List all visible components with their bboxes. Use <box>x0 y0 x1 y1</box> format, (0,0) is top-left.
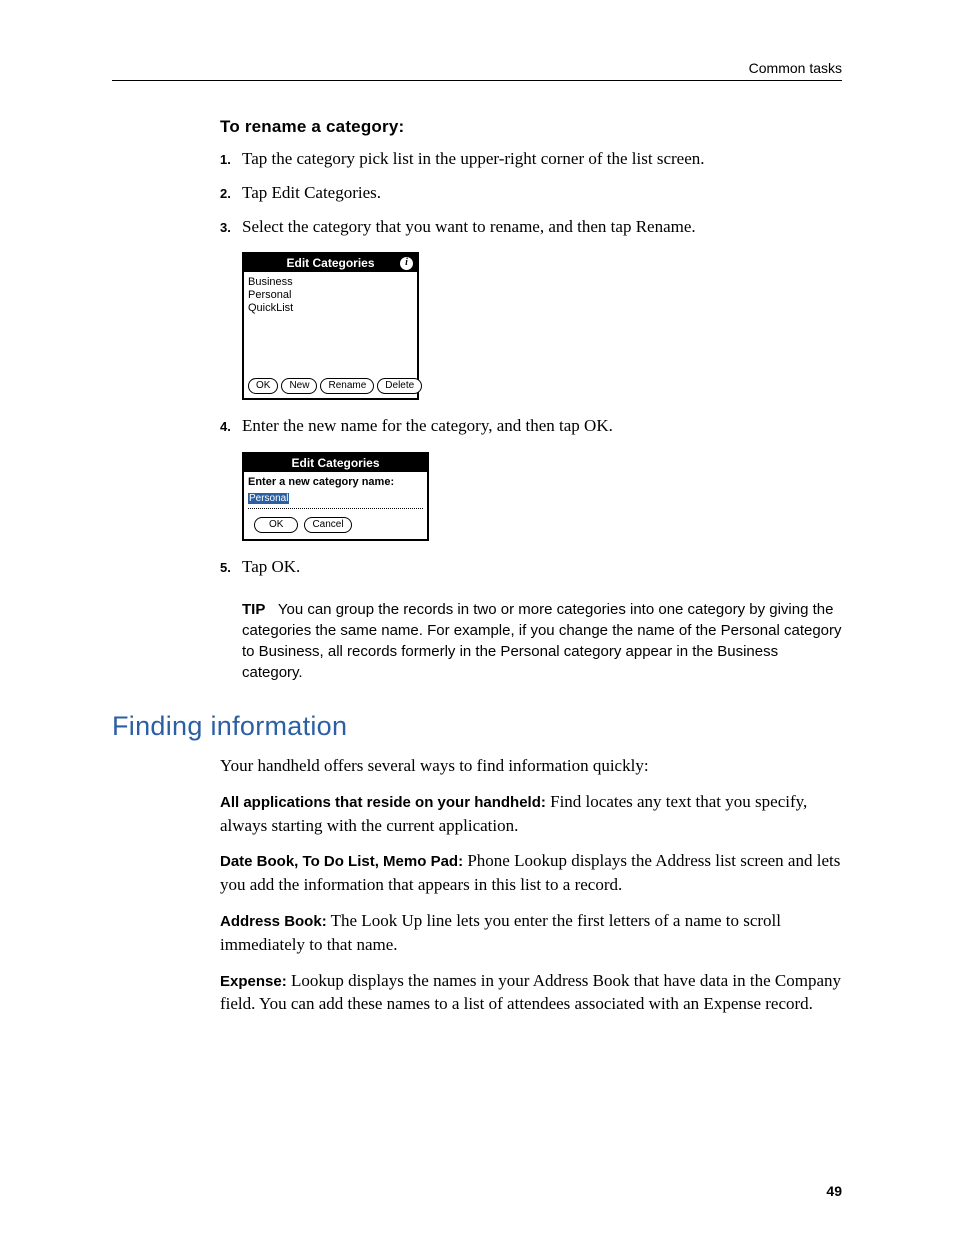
definition-term: Address Book: <box>220 913 327 930</box>
definition-term: Expense: <box>220 973 287 990</box>
category-item[interactable]: Personal <box>248 289 413 302</box>
step-number: 2. <box>220 186 242 201</box>
definition-term: Date Book, To Do List, Memo Pad: <box>220 853 463 870</box>
section-body: Your handheld offers several ways to fin… <box>220 754 842 1016</box>
category-list: Business Personal QuickList <box>244 272 417 374</box>
delete-button[interactable]: Delete <box>377 378 422 394</box>
tip-label: TIP <box>242 601 265 618</box>
ok-button[interactable]: OK <box>254 517 298 533</box>
dialog-titlebar: Edit Categories i <box>244 254 417 272</box>
intro-paragraph: Your handheld offers several ways to fin… <box>220 754 842 778</box>
header-text: Common tasks <box>749 60 842 76</box>
step-1: 1. Tap the category pick list in the upp… <box>220 147 842 171</box>
rename-category-dialog: Edit Categories Enter a new category nam… <box>242 452 429 541</box>
tip-text: You can group the records in two or more… <box>242 601 842 681</box>
step-3: 3. Select the category that you want to … <box>220 215 842 239</box>
step-text: Tap OK. <box>242 555 300 579</box>
input-value: Personal <box>248 493 289 504</box>
step-text: Tap the category pick list in the upper-… <box>242 147 705 171</box>
page: Common tasks To rename a category: 1. Ta… <box>0 0 954 1235</box>
tip-box: TIP You can group the records in two or … <box>242 599 842 683</box>
dialog-button-row: OK New Rename Delete <box>244 374 417 398</box>
running-header: Common tasks <box>112 60 842 81</box>
edit-categories-dialog: Edit Categories i Business Personal Quic… <box>242 252 419 400</box>
category-item[interactable]: Business <box>248 276 413 289</box>
new-button[interactable]: New <box>281 378 317 394</box>
definition-item: Date Book, To Do List, Memo Pad: Phone L… <box>220 849 842 897</box>
rename-prompt: Enter a new category name: <box>244 472 427 488</box>
info-icon[interactable]: i <box>400 257 413 270</box>
step-text: Enter the new name for the category, and… <box>242 414 613 438</box>
step-text: Select the category that you want to ren… <box>242 215 696 239</box>
input-underline <box>248 507 423 509</box>
step-number: 3. <box>220 220 242 235</box>
definition-term: All applications that reside on your han… <box>220 794 546 811</box>
definition-item: All applications that reside on your han… <box>220 790 842 838</box>
section-heading: Finding information <box>112 711 842 742</box>
definition-item: Expense: Lookup displays the names in yo… <box>220 969 842 1017</box>
step-4: 4. Enter the new name for the category, … <box>220 414 842 438</box>
step-2: 2. Tap Edit Categories. <box>220 181 842 205</box>
category-item[interactable]: QuickList <box>248 302 413 315</box>
rename-button[interactable]: Rename <box>320 378 374 394</box>
dialog-title: Edit Categories <box>244 454 427 472</box>
step-5: 5. Tap OK. <box>220 555 842 579</box>
step-text: Tap Edit Categories. <box>242 181 381 205</box>
page-number: 49 <box>826 1183 842 1199</box>
step-number: 5. <box>220 560 242 575</box>
definition-text: Lookup displays the names in your Addres… <box>220 971 841 1014</box>
dialog-button-row: OK Cancel <box>244 511 427 539</box>
step-number: 1. <box>220 152 242 167</box>
ok-button[interactable]: OK <box>248 378 278 394</box>
procedure-heading: To rename a category: <box>220 117 842 137</box>
cancel-button[interactable]: Cancel <box>304 517 351 533</box>
dialog-title: Edit Categories <box>261 256 400 270</box>
category-name-input[interactable]: Personal <box>244 488 427 511</box>
content-column: To rename a category: 1. Tap the categor… <box>220 117 842 683</box>
step-number: 4. <box>220 419 242 434</box>
definition-item: Address Book: The Look Up line lets you … <box>220 909 842 957</box>
